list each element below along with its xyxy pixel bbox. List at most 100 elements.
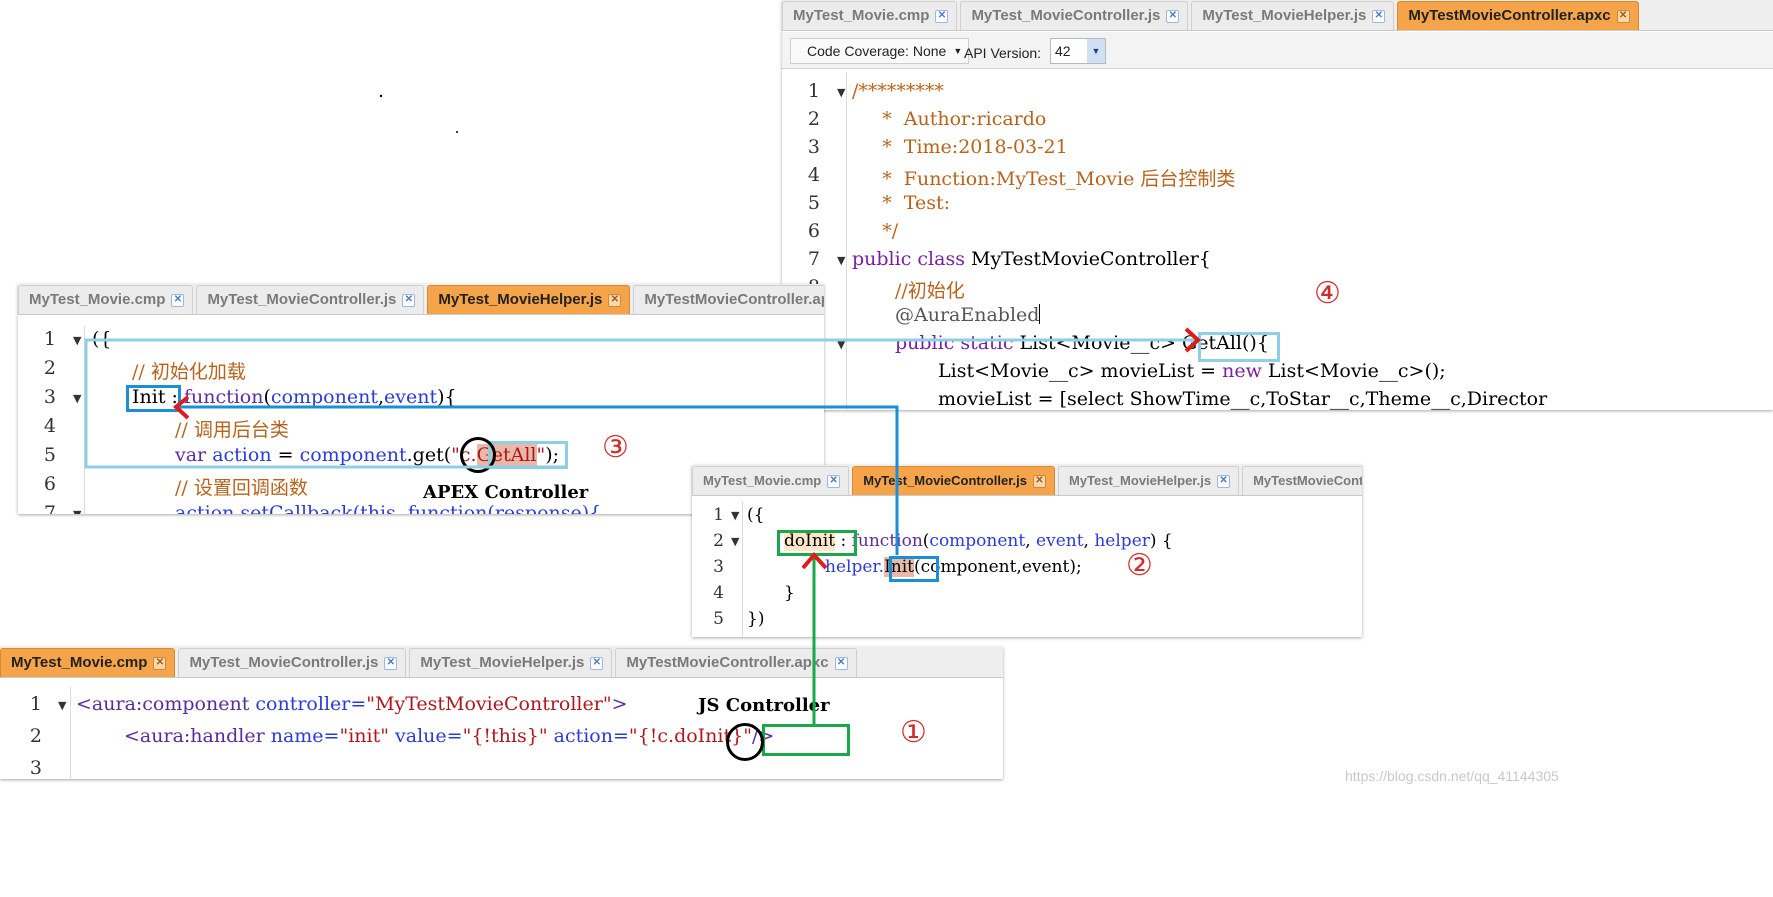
code-text: , bbox=[1083, 531, 1095, 551]
code-line-1: ({ bbox=[92, 328, 112, 350]
fold-icon[interactable]: ▼ bbox=[58, 699, 66, 712]
code-coverage-dropdown[interactable]: Code Coverage: None ▼ bbox=[790, 38, 970, 64]
tab-label: MyTest_MovieController.js bbox=[863, 473, 1027, 488]
api-version-select[interactable]: 42 ▼ bbox=[1050, 38, 1106, 64]
tab-label: MyTestMovieController.apxc bbox=[626, 654, 829, 671]
code-line-5: * Test: bbox=[852, 192, 951, 214]
tab-mytest-moviecontroller-js[interactable]: MyTest_MovieController.js ✕ bbox=[852, 466, 1055, 495]
tab-mytest-moviecontroller-js[interactable]: MyTest_MovieController.js ✕ bbox=[960, 1, 1189, 30]
line-number: 6 bbox=[807, 220, 820, 242]
close-icon[interactable]: ✕ bbox=[1033, 475, 1046, 488]
code-coverage-label: Code Coverage: None bbox=[807, 43, 947, 59]
close-icon[interactable]: ✕ bbox=[608, 294, 622, 307]
chevron-down-icon: ▼ bbox=[1087, 39, 1105, 63]
helper-init-highlight-box bbox=[889, 556, 939, 582]
tab-mytest-moviehelper-js[interactable]: MyTest_MovieHelper.js ✕ bbox=[1058, 466, 1240, 495]
code-line-9: @AuraEnabled bbox=[895, 304, 1041, 326]
tab-mytest-movie-cmp[interactable]: MyTest_Movie.cmp ✕ bbox=[18, 285, 194, 314]
keyword: new bbox=[1222, 360, 1262, 382]
tab-label: MyTestMovieController.apxc bbox=[1408, 7, 1611, 24]
line-number: 5 bbox=[43, 444, 56, 466]
tab-mytest-moviehelper-js[interactable]: MyTest_MovieHelper.js ✕ bbox=[1191, 1, 1395, 30]
tab-label: MyTest_Movie.cmp bbox=[703, 473, 822, 488]
attribute: name= bbox=[264, 725, 340, 747]
close-icon[interactable]: ✕ bbox=[384, 657, 398, 670]
tab-mytest-moviecontroller-js[interactable]: MyTest_MovieController.js ✕ bbox=[196, 285, 425, 314]
watermark: https://blog.csdn.net/qq_41144305 bbox=[1345, 768, 1559, 784]
keyword: function bbox=[183, 386, 264, 408]
component-code-area[interactable]: 1 ▼ <aura:component controller="MyTestMovi… bbox=[0, 687, 1003, 779]
step-3-marker: ③ bbox=[602, 430, 629, 465]
code-line-6: // 设置回调函数 bbox=[175, 477, 308, 499]
apex-tab-bar: MyTest_Movie.cmp ✕ MyTest_MovieController.… bbox=[782, 0, 1773, 31]
fold-icon[interactable]: ▼ bbox=[837, 86, 845, 99]
line-number: 3 bbox=[807, 136, 820, 158]
tag: <aura:component bbox=[76, 693, 250, 715]
param: event bbox=[384, 386, 438, 408]
tab-mytest-movie-cmp[interactable]: MyTest_Movie.cmp ✕ bbox=[0, 648, 176, 677]
tab-label: MyTest_Movie.cmp bbox=[793, 7, 930, 24]
controller-js-tab-bar: MyTest_Movie.cmp ✕ MyTest_MovieController.… bbox=[692, 465, 1362, 496]
close-icon[interactable]: ✕ bbox=[1372, 10, 1386, 23]
close-icon[interactable]: ✕ bbox=[1166, 10, 1180, 23]
getall-string-box bbox=[488, 441, 568, 469]
tab-mytest-moviecontroller-js[interactable]: MyTest_MovieController.js ✕ bbox=[178, 648, 407, 677]
tab-mytestmoviecontroller-apxc[interactable]: MyTestMovieController.apxc bbox=[633, 285, 824, 314]
code-text: ){ bbox=[437, 386, 457, 408]
line-number: 5 bbox=[807, 192, 820, 214]
line-number: 2 bbox=[713, 531, 724, 551]
string: {!c. bbox=[637, 725, 675, 747]
close-icon[interactable]: ✕ bbox=[827, 475, 841, 488]
fold-icon[interactable]: ▼ bbox=[73, 392, 81, 405]
tab-label: MyTestMovieController.apxc bbox=[644, 291, 824, 308]
variable: action bbox=[206, 444, 272, 466]
attribute: controller= bbox=[249, 693, 367, 715]
close-icon[interactable]: ✕ bbox=[402, 294, 416, 307]
fold-icon[interactable]: ▼ bbox=[731, 509, 739, 522]
code-line-1: /********* bbox=[852, 80, 944, 102]
tab-mytestmoviecontroller-apxc[interactable]: MyTestMovieController.apxc ✕ bbox=[1397, 1, 1639, 30]
close-icon[interactable]: ✕ bbox=[171, 294, 185, 307]
line-number: 7 bbox=[807, 248, 820, 270]
tab-label: MyTest_MovieHelper.js bbox=[420, 654, 585, 671]
tab-mytest-moviehelper-js[interactable]: MyTest_MovieHelper.js ✕ bbox=[409, 648, 613, 677]
close-icon[interactable]: ✕ bbox=[153, 657, 167, 670]
param: component bbox=[270, 386, 378, 408]
code-line-5: }) bbox=[747, 609, 765, 629]
tab-mytestmoviecontroller-apxc[interactable]: MyTestMovieController. bbox=[1242, 466, 1362, 495]
string: "{!this}" bbox=[462, 725, 548, 747]
close-icon[interactable]: ✕ bbox=[1217, 475, 1231, 488]
tab-label: MyTest_MovieHelper.js bbox=[1069, 473, 1212, 488]
tab-mytest-moviehelper-js[interactable]: MyTest_MovieHelper.js ✕ bbox=[427, 285, 631, 314]
init-highlight-box bbox=[126, 385, 181, 412]
close-icon[interactable]: ✕ bbox=[590, 657, 604, 670]
controller-js-code-area[interactable]: 1 ▼({ 2 ▼ doInit : function(component, even… bbox=[692, 501, 1362, 637]
close-icon[interactable]: ✕ bbox=[834, 657, 848, 670]
code-line-8: //初始化 bbox=[895, 280, 965, 302]
keyword: function bbox=[851, 531, 923, 551]
tab-mytest-movie-cmp[interactable]: MyTest_Movie.cmp ✕ bbox=[782, 1, 958, 30]
fold-icon[interactable]: ▼ bbox=[73, 508, 81, 514]
attribute: value= bbox=[388, 725, 463, 747]
code-text: (component,event); bbox=[914, 557, 1082, 577]
close-icon[interactable]: ✕ bbox=[1616, 10, 1630, 23]
line-number: 1 bbox=[807, 80, 820, 102]
line-number: 2 bbox=[43, 357, 56, 379]
tab-mytestmoviecontroller-apxc[interactable]: MyTestMovieController.apxc ✕ bbox=[615, 648, 857, 677]
line-number: 4 bbox=[713, 583, 724, 603]
doinit-highlight-box bbox=[777, 530, 857, 556]
component-editor-panel: MyTest_Movie.cmp ✕ MyTest_MovieController.… bbox=[0, 647, 1003, 779]
fold-icon[interactable]: ▼ bbox=[73, 334, 81, 347]
tab-mytest-movie-cmp[interactable]: MyTest_Movie.cmp ✕ bbox=[692, 466, 850, 495]
close-icon[interactable]: ✕ bbox=[935, 10, 949, 23]
line-number: 3 bbox=[29, 757, 42, 779]
code-line-2: <aura:handler name="init" value="{!this}… bbox=[124, 725, 774, 747]
fold-icon[interactable]: ▼ bbox=[837, 338, 845, 351]
controller-js-editor-panel: MyTest_Movie.cmp ✕ MyTest_MovieController.… bbox=[692, 465, 1362, 637]
fold-icon[interactable]: ▼ bbox=[731, 535, 739, 548]
param: event bbox=[1036, 531, 1084, 551]
tab-label: MyTest_MovieHelper.js bbox=[438, 291, 603, 308]
api-version-value: 42 bbox=[1055, 43, 1071, 59]
fold-icon[interactable]: ▼ bbox=[837, 254, 845, 267]
code-line-4: // 调用后台类 bbox=[175, 419, 289, 441]
